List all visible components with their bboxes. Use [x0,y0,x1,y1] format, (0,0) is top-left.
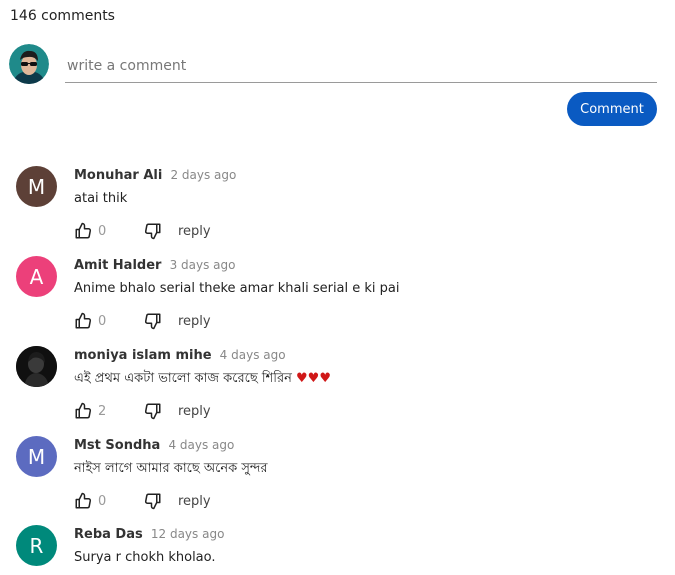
comment-item: R Reba Das 12 days ago Surya r chokh kho… [16,525,656,575]
like-button[interactable] [74,492,92,510]
comments-count: 146 comments [10,8,115,24]
thumbs-down-icon [144,493,161,510]
avatar: M [16,166,57,207]
current-user-avatar [9,44,49,84]
like-button[interactable] [74,402,92,420]
dislike-button[interactable] [144,402,162,420]
comment-text-content: এই প্রথম একটা ভালো কাজ করেছে শিরিন [74,371,292,386]
thumbs-down-icon [144,403,161,420]
comment-author[interactable]: Amit Halder [74,258,161,273]
comment-text: atai thik [74,191,128,206]
comment-item: A Amit Halder 3 days ago Anime bhalo ser… [16,256,656,346]
dislike-button[interactable] [144,222,162,240]
comment-time: 12 days ago [150,527,225,541]
reply-link[interactable]: reply [178,224,211,239]
comment-text: এই প্রথম একটা ভালো কাজ করেছে শিরিন ♥♥♥ [74,370,331,388]
thumbs-up-icon [75,222,92,239]
dislike-button[interactable] [144,312,162,330]
profile-photo [16,346,57,387]
like-count: 0 [98,223,107,239]
reply-link[interactable]: reply [178,494,211,509]
comment-time: 3 days ago [169,258,236,272]
comment-text: নাইস লাগে আমার কাছে অনেক সুন্দর [74,461,268,476]
comment-time: 4 days ago [219,348,286,362]
reply-link[interactable]: reply [178,404,211,419]
comment-author[interactable]: moniya islam mihe [74,348,212,363]
thumbs-down-icon [144,313,161,330]
avatar: R [16,525,57,566]
like-count: 2 [98,403,107,419]
comment-item: moniya islam mihe 4 days ago এই প্রথম এক… [16,346,656,436]
avatar [16,346,57,387]
comment-text: Anime bhalo serial theke amar khali seri… [74,281,400,296]
comment-text: Surya r chokh kholao. [74,550,216,565]
comment-submit-button[interactable]: Comment [567,92,657,126]
like-count: 0 [98,493,107,509]
comment-item: M Monuhar Ali 2 days ago atai thik 0 rep… [16,166,656,256]
avatar: A [16,256,57,297]
reply-link[interactable]: reply [178,314,211,329]
comment-author[interactable]: Monuhar Ali [74,168,162,183]
comment-time: 2 days ago [170,168,237,182]
thumbs-up-icon [75,402,92,419]
avatar: M [16,436,57,477]
like-button[interactable] [74,312,92,330]
like-count: 0 [98,313,107,329]
thumbs-up-icon [75,312,92,329]
heart-emoji: ♥♥♥ [296,371,331,386]
thumbs-up-icon [75,492,92,509]
comment-item: M Mst Sondha 4 days ago নাইস লাগে আমার ক… [16,436,656,526]
dislike-button[interactable] [144,492,162,510]
comment-author[interactable]: Reba Das [74,527,143,542]
comment-time: 4 days ago [168,438,235,452]
like-button[interactable] [74,222,92,240]
comment-author[interactable]: Mst Sondha [74,438,160,453]
comment-input[interactable] [65,50,657,83]
thumbs-down-icon [144,223,161,240]
